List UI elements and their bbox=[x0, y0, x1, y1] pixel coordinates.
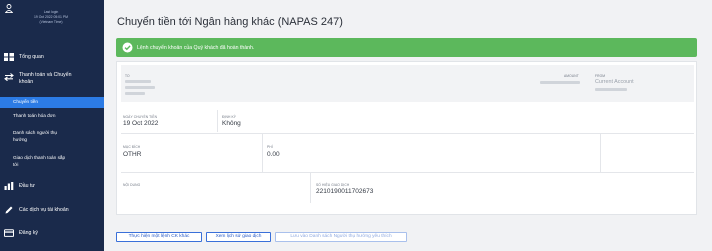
success-alert-text: Lệnh chuyển khoản của Quý khách đã hoàn … bbox=[137, 44, 255, 51]
divider bbox=[217, 110, 218, 132]
fee-label: PHÍ bbox=[267, 145, 273, 149]
divider bbox=[600, 134, 601, 172]
fee-value: 0.00 bbox=[267, 151, 280, 158]
user-info: Last login 19 Oct 2022 05:01 PM (Vietnam… bbox=[0, 0, 104, 46]
nav-payments-transfers[interactable]: Thanh toán và Chuyển khoản bbox=[0, 72, 104, 88]
nav-invest[interactable]: Đầu tư bbox=[0, 181, 104, 191]
chart-icon bbox=[4, 182, 14, 190]
user-icon[interactable] bbox=[5, 4, 13, 13]
divider bbox=[310, 173, 311, 203]
nav-account-services[interactable]: Các dịch vụ tài khoản bbox=[0, 205, 104, 215]
content-label: NỘI DUNG bbox=[123, 183, 141, 187]
amount-redacted bbox=[540, 81, 580, 84]
page-title: Chuyển tiền tới Ngân hàng khác (NAPAS 24… bbox=[117, 16, 343, 28]
nav-sub-beneficiaries[interactable]: Danh sách người thụ hưởng bbox=[0, 130, 104, 144]
nav-payments-transfers-label: Thanh toán và Chuyển khoản bbox=[19, 72, 72, 86]
view-history-button[interactable]: Xem lịch sử giao dịch bbox=[206, 232, 271, 242]
transaction-number-label: SỐ HIỆU GIAO DỊCH bbox=[316, 183, 350, 187]
from-label: FROM bbox=[595, 74, 606, 78]
to-label: TO bbox=[125, 74, 130, 78]
check-circle-icon bbox=[122, 42, 133, 53]
nav-register-label: Đăng ký bbox=[19, 229, 39, 236]
card-icon bbox=[4, 229, 14, 237]
recurring-label: ĐỊNH KỲ bbox=[222, 115, 237, 119]
new-transfer-button[interactable]: Thực hiện một lệnh CK khác bbox=[116, 232, 202, 242]
purpose-value: OTHR bbox=[123, 151, 142, 158]
nav-sub-upcoming-payments[interactable]: Giao dịch thanh toán sắp tới bbox=[0, 155, 104, 169]
nav-overview[interactable]: Tổng quan bbox=[0, 52, 104, 62]
purpose-label: MỤC ĐÍCH bbox=[123, 145, 141, 149]
from-account-number-redacted bbox=[595, 88, 627, 91]
amount-label: AMOUNT bbox=[564, 74, 579, 78]
beneficiary-bank-redacted bbox=[125, 92, 145, 95]
transaction-details-card: TO AMOUNT FROM Current Account NGÀY CHUY… bbox=[116, 61, 697, 215]
save-beneficiary-button[interactable]: Lưu vào Danh sách Người thụ hưởng yêu th… bbox=[275, 232, 407, 242]
transfer-date-label: NGÀY CHUYỂN TIỀN bbox=[123, 115, 158, 119]
nav-invest-label: Đầu tư bbox=[19, 182, 35, 189]
sidebar: Last login 19 Oct 2022 05:01 PM (Vietnam… bbox=[0, 0, 104, 251]
nav-overview-label: Tổng quan bbox=[19, 53, 44, 60]
last-login-text: Last login 19 Oct 2022 05:01 PM (Vietnam… bbox=[16, 10, 86, 25]
nav-sub-bill-payment-label: Thanh toán hóa đơn bbox=[13, 113, 56, 118]
transfer-date-value: 19 Oct 2022 bbox=[123, 120, 159, 127]
main-content: Chuyển tiền tới Ngân hàng khác (NAPAS 24… bbox=[104, 0, 712, 251]
dashboard-icon bbox=[4, 53, 14, 61]
divider bbox=[121, 172, 694, 173]
last-login-timezone: (Vietnam Time) bbox=[39, 20, 63, 24]
nav-account-services-label: Các dịch vụ tài khoản bbox=[19, 206, 69, 213]
transaction-number-value: 2210190011702673 bbox=[316, 188, 374, 195]
beneficiary-account-redacted bbox=[125, 86, 155, 89]
recurring-value: Không bbox=[222, 120, 241, 127]
nav-sub-bill-payment[interactable]: Thanh toán hóa đơn bbox=[0, 113, 104, 122]
nav-register[interactable]: Đăng ký bbox=[0, 228, 104, 238]
pen-icon bbox=[5, 206, 13, 214]
from-account-type: Current Account bbox=[595, 79, 634, 85]
beneficiary-name-redacted bbox=[125, 80, 151, 83]
nav-sub-transfer-label: Chuyển tiền bbox=[13, 99, 39, 104]
nav-sub-transfer[interactable]: Chuyển tiền bbox=[0, 97, 104, 108]
transfer-summary: TO AMOUNT FROM Current Account bbox=[121, 65, 694, 102]
divider bbox=[121, 133, 694, 134]
transfer-icon bbox=[4, 73, 14, 81]
nav-payments-transfers-line2: khoản bbox=[19, 79, 34, 85]
nav-payments-transfers-line1: Thanh toán và Chuyển bbox=[19, 72, 72, 78]
nav-sub-beneficiaries-line2: hưởng bbox=[13, 136, 28, 142]
success-alert: Lệnh chuyển khoản của Quý khách đã hoàn … bbox=[116, 38, 697, 57]
nav-sub-upcoming-line2: tới bbox=[13, 161, 19, 167]
divider bbox=[262, 134, 263, 172]
